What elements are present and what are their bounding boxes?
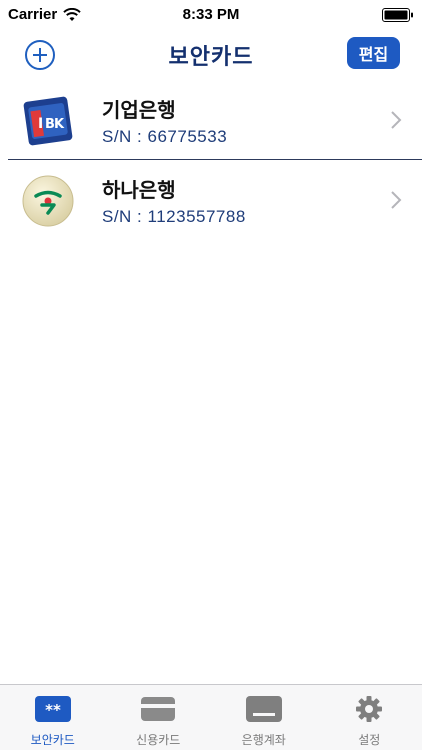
serial-number: S/N : 1123557788 bbox=[102, 207, 246, 226]
credit-card-icon bbox=[140, 695, 176, 723]
ibk-logo-icon: I B K bbox=[23, 96, 73, 146]
serial-number: S/N : 66775533 bbox=[102, 127, 228, 146]
security-card-icon: ** bbox=[34, 695, 71, 723]
bank-name: 기업은행 bbox=[102, 100, 176, 122]
tab-credit-card[interactable]: 신용카드 bbox=[106, 685, 212, 750]
gear-icon bbox=[351, 695, 387, 723]
tab-label: 보안카드 bbox=[30, 733, 75, 747]
hana-logo-icon bbox=[22, 175, 74, 227]
status-bar: Carrier 8:33 PM bbox=[0, 0, 422, 30]
tab-settings[interactable]: 설정 bbox=[317, 685, 422, 750]
tab-security-card[interactable]: ** 보안카드 bbox=[0, 685, 106, 750]
tab-label: 설정 bbox=[358, 733, 381, 747]
tab-bank-account[interactable]: 은행계좌 bbox=[211, 685, 317, 750]
svg-text:**: ** bbox=[45, 701, 61, 719]
tab-label: 은행계좌 bbox=[241, 733, 286, 747]
list-item-ibk[interactable]: I B K 기업은행 S/N : 66775533 bbox=[0, 80, 422, 159]
chevron-right-icon bbox=[391, 111, 402, 129]
bank-account-icon bbox=[245, 695, 282, 723]
status-time: 8:33 PM bbox=[182, 6, 240, 23]
tab-bar: ** 보안카드 신용카드 은행계좌 설정 bbox=[0, 684, 422, 750]
chevron-right-icon bbox=[391, 191, 402, 209]
battery-icon bbox=[382, 8, 413, 22]
tab-label: 신용카드 bbox=[136, 733, 181, 747]
bank-name: 하나은행 bbox=[102, 180, 176, 202]
security-card-list: I B K 기업은행 S/N : 66775533 하나은행 S/N : 112… bbox=[0, 80, 422, 238]
edit-button[interactable]: 편집 bbox=[347, 37, 400, 69]
nav-bar: 보안카드 편집 bbox=[0, 30, 422, 78]
svg-text:K: K bbox=[54, 117, 65, 132]
list-item-hana[interactable]: 하나은행 S/N : 1123557788 bbox=[8, 159, 422, 238]
svg-text:I: I bbox=[38, 116, 43, 132]
